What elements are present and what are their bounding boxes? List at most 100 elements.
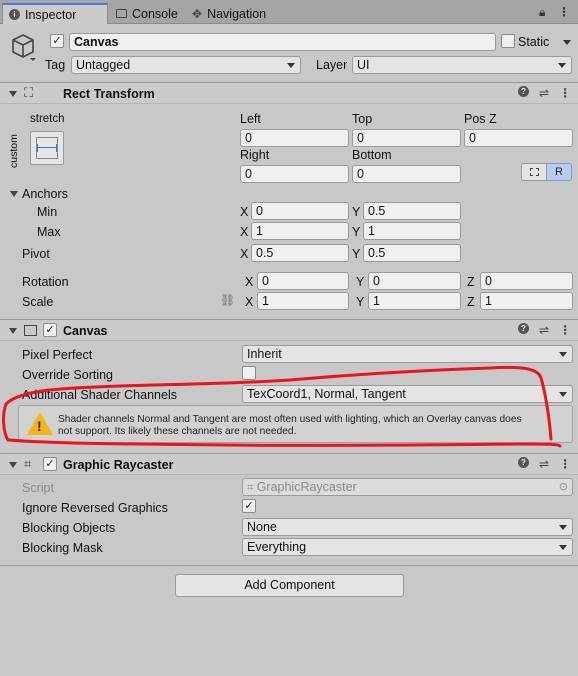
anchor-preset-top-label: stretch — [30, 113, 65, 125]
kebab-menu-icon[interactable]: ⋮ — [559, 457, 571, 471]
navigation-icon: ✥ — [192, 6, 203, 21]
z-label: Z — [467, 295, 475, 309]
anchor-min-x-field[interactable]: 0 — [251, 202, 349, 220]
bottom-field[interactable]: 0 — [352, 165, 461, 183]
posz-field[interactable]: 0 — [464, 129, 573, 147]
layer-value: UI — [357, 58, 370, 72]
ignore-reversed-label: Ignore Reversed Graphics — [22, 501, 168, 515]
tab-label: Navigation — [207, 6, 267, 21]
blocking-mask-dropdown[interactable]: Everything — [242, 538, 573, 556]
console-icon — [116, 9, 127, 18]
anchor-min-y-field[interactable]: 0.5 — [363, 202, 461, 220]
unlinked-scale-icon[interactable]: ⛓ — [220, 293, 235, 307]
tab-console[interactable]: Console — [110, 3, 186, 24]
tab-inspector[interactable]: i Inspector — [2, 3, 108, 24]
blocking-objects-label: Blocking Objects — [22, 521, 116, 535]
scale-x-field[interactable]: 1 — [257, 292, 349, 310]
help-icon[interactable]: ? — [518, 86, 529, 97]
static-label: Static — [518, 35, 550, 49]
object-name-field[interactable]: Canvas — [69, 33, 496, 51]
add-component-button[interactable]: Add Component — [175, 574, 404, 597]
chevron-down-icon — [559, 545, 567, 550]
rotation-x-field[interactable]: 0 — [257, 272, 349, 290]
x-label: X — [245, 295, 254, 309]
y-label: Y — [356, 275, 365, 289]
scale-z-field[interactable]: 1 — [480, 292, 573, 310]
left-label: Left — [240, 112, 261, 126]
kebab-menu-icon[interactable]: ⋮ — [559, 323, 571, 337]
left-field[interactable]: 0 — [240, 129, 349, 147]
right-field[interactable]: 0 — [240, 165, 349, 183]
blocking-objects-dropdown[interactable]: None — [242, 518, 573, 536]
red-annotation-outline — [2, 365, 562, 448]
tab-label: Inspector — [25, 7, 77, 22]
script-value: GraphicRaycaster — [256, 480, 357, 494]
y-label: Y — [352, 247, 361, 261]
presets-icon[interactable]: ⇌ — [539, 457, 549, 471]
tab-navigation[interactable]: ✥ Navigation — [186, 3, 274, 24]
posz-label: Pos Z — [464, 112, 497, 126]
pivot-y-field[interactable]: 0.5 — [363, 244, 461, 262]
foldout-arrow-icon[interactable] — [9, 462, 17, 468]
object-picker-icon[interactable]: ⊙ — [559, 480, 568, 494]
component-header-icons: ? ⇌ ⋮ — [518, 457, 571, 471]
lock-icon[interactable]: 🔒︎ — [539, 5, 545, 20]
anchors-foldout-icon[interactable] — [10, 191, 18, 197]
chevron-down-icon — [559, 525, 567, 530]
help-icon[interactable]: ? — [518, 323, 529, 334]
rotation-y-field[interactable]: 0 — [368, 272, 461, 290]
chevron-down-icon — [559, 352, 567, 357]
tag-dropdown[interactable]: Untagged — [71, 56, 301, 74]
kebab-menu-icon[interactable]: ⋮ — [558, 5, 570, 19]
scale-y-field[interactable]: 1 — [368, 292, 461, 310]
tag-value: Untagged — [76, 58, 131, 72]
help-icon[interactable]: ? — [518, 457, 529, 468]
graphic-raycaster-enabled-checkbox[interactable]: ✓ — [43, 457, 57, 471]
active-checkbox[interactable]: ✓ — [50, 34, 64, 48]
chevron-down-icon — [558, 63, 566, 68]
info-icon: i — [9, 9, 20, 20]
kebab-menu-icon[interactable]: ⋮ — [559, 86, 571, 100]
top-field[interactable]: 0 — [352, 129, 461, 147]
divider — [0, 565, 578, 566]
scale-label: Scale — [22, 295, 54, 309]
script-file-icon: ⌗ — [247, 482, 254, 494]
rotation-z-field[interactable]: 0 — [480, 272, 573, 290]
foldout-arrow-icon[interactable] — [9, 328, 17, 334]
y-label: Y — [352, 225, 361, 239]
anchor-min-label: Min — [37, 205, 58, 219]
presets-icon[interactable]: ⇌ — [539, 86, 549, 100]
canvas-enabled-checkbox[interactable]: ✓ — [43, 323, 57, 337]
rect-transform-title: Rect Transform — [63, 87, 155, 101]
canvas-title: Canvas — [63, 324, 108, 338]
x-label: X — [240, 205, 249, 219]
raw-edit-button[interactable]: R — [546, 163, 572, 181]
pivot-x-field[interactable]: 0.5 — [251, 244, 349, 262]
anchor-max-x-field[interactable]: 1 — [251, 222, 349, 240]
anchors-label: Anchors — [22, 187, 68, 201]
presets-icon[interactable]: ⇌ — [539, 323, 549, 337]
gameobject-cube-icon[interactable] — [10, 32, 38, 62]
anchor-preset-button[interactable] — [30, 131, 64, 165]
layer-label: Layer — [316, 58, 348, 72]
bottom-label: Bottom — [352, 148, 392, 162]
script-field[interactable]: ⌗ GraphicRaycaster ⊙ — [242, 478, 573, 496]
static-dropdown-arrow-icon[interactable] — [563, 40, 571, 45]
layer-dropdown[interactable]: UI — [352, 56, 572, 74]
top-label: Top — [352, 112, 373, 126]
anchor-max-y-field[interactable]: 1 — [363, 222, 461, 240]
tab-bar: i Inspector Console ✥ Navigation 🔒︎ ⋮ — [0, 0, 578, 24]
y-label: Y — [356, 295, 365, 309]
rotation-label: Rotation — [22, 275, 69, 289]
foldout-arrow-icon[interactable] — [9, 91, 17, 97]
graphic-raycaster-icon: ⌗ — [24, 456, 32, 471]
script-label: Script — [22, 481, 54, 495]
y-label: Y — [352, 205, 361, 219]
right-label: Right — [240, 148, 270, 162]
blueprint-mode-button[interactable] — [521, 163, 547, 181]
anchor-preset-side-label: custom — [8, 134, 20, 168]
blocking-mask-label: Blocking Mask — [22, 541, 103, 555]
static-checkbox[interactable] — [501, 34, 515, 48]
x-label: X — [240, 225, 249, 239]
ignore-reversed-checkbox[interactable]: ✓ — [242, 499, 256, 513]
